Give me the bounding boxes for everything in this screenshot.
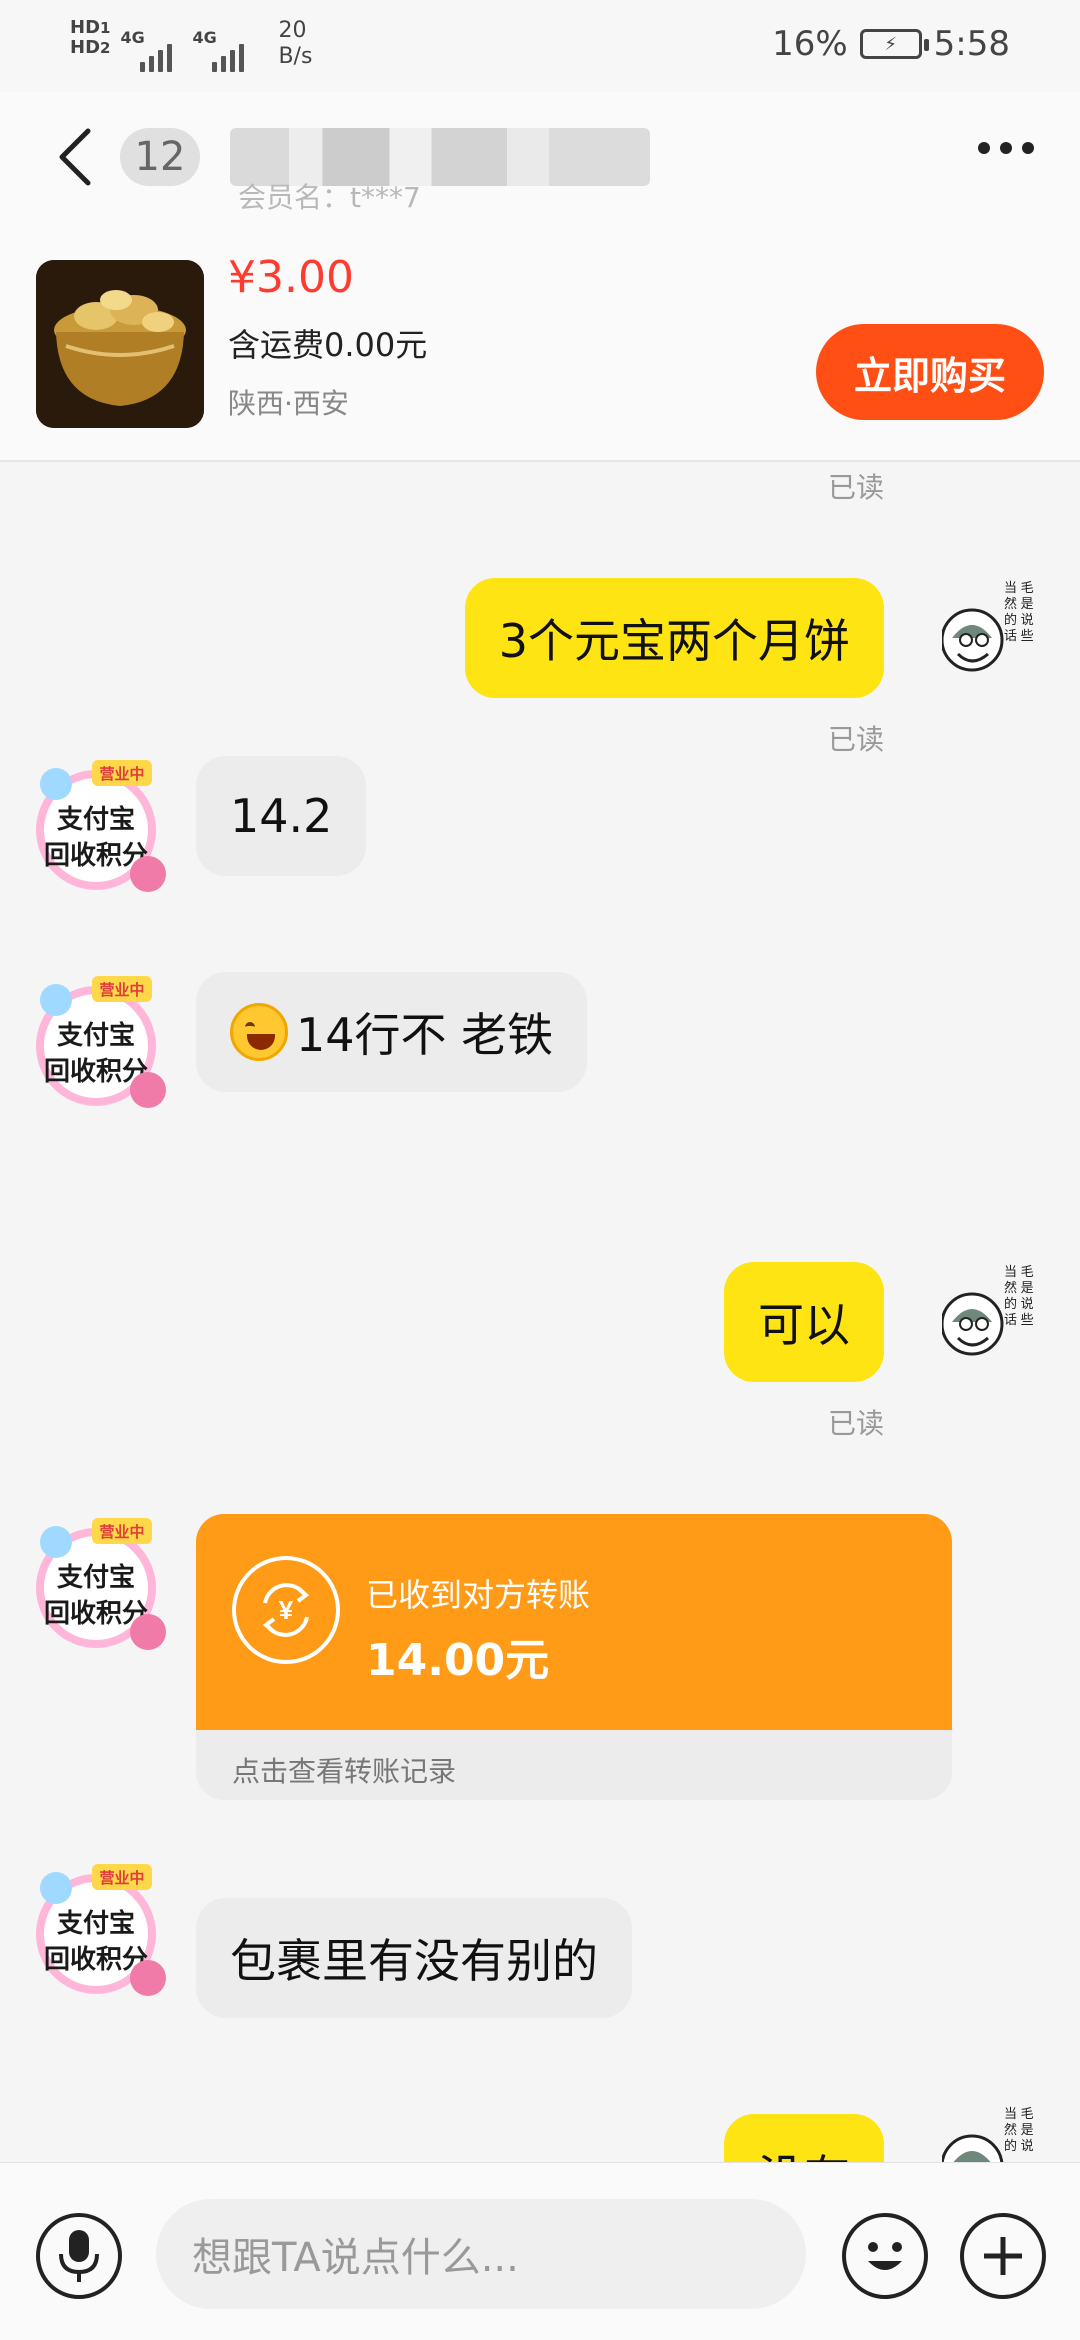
- svg-text:当 毛: 当 毛: [1004, 2106, 1034, 2121]
- seller-avatar[interactable]: 营业中 支付宝 回收积分: [36, 970, 188, 1120]
- more-icon[interactable]: [978, 142, 1034, 154]
- message-bubble-in[interactable]: 14.2: [196, 756, 367, 876]
- chat-area[interactable]: 已读 3个元宝两个月饼 当 毛 然 是 的 说 话 些 已读 营业中 支付宝 回…: [0, 462, 1080, 2162]
- signal-1-icon: 4G: [120, 18, 182, 72]
- my-avatar[interactable]: 当 毛 然 是 的 说: [942, 2098, 1052, 2162]
- message-input[interactable]: 想跟TA说点什么...: [156, 2199, 806, 2309]
- transfer-amount: 14.00元: [366, 1635, 550, 1686]
- seller-avatar[interactable]: 营业中 支付宝 回收积分: [36, 1858, 188, 2008]
- svg-text:的 说: 的 说: [1004, 2138, 1034, 2153]
- transfer-card[interactable]: ¥ 已收到对方转账 14.00元 点击查看转账记录: [196, 1514, 952, 1800]
- svg-text:支付宝: 支付宝: [57, 1020, 135, 1050]
- svg-text:营业中: 营业中: [99, 981, 144, 999]
- product-thumbnail[interactable]: [36, 260, 204, 428]
- chat-header: 12 会员名：t***7 ¥3.00 含运费0.00元 陕西·西安 立即购买: [0, 92, 1080, 462]
- plus-icon[interactable]: [960, 2213, 1046, 2299]
- title-prefix: 12: [120, 128, 200, 186]
- status-left: HD1 HD2 4G 4G 20 B/s: [70, 18, 312, 72]
- yuan-transfer-icon: ¥: [232, 1556, 340, 1664]
- svg-text:的 说: 的 说: [1004, 1296, 1034, 1311]
- svg-text:然 是: 然 是: [1004, 2122, 1034, 2137]
- svg-text:当 毛: 当 毛: [1004, 580, 1034, 595]
- seller-avatar[interactable]: 营业中 支付宝 回收积分: [36, 754, 188, 904]
- message-bubble-in[interactable]: 14行不 老铁: [196, 972, 588, 1092]
- transfer-title: 已收到对方转账: [366, 1576, 591, 1614]
- svg-text:营业中: 营业中: [99, 765, 144, 783]
- svg-text:然 是: 然 是: [1004, 1280, 1034, 1295]
- svg-text:话 些: 话 些: [1004, 628, 1034, 643]
- svg-text:的 说: 的 说: [1004, 612, 1034, 627]
- back-chevron-icon[interactable]: [44, 120, 104, 194]
- message-bubble-out[interactable]: 3个元宝两个月饼: [464, 578, 884, 698]
- svg-text:支付宝: 支付宝: [57, 1908, 135, 1938]
- svg-text:当 毛: 当 毛: [1004, 1264, 1034, 1279]
- message-bubble-in[interactable]: 包裹里有没有别的: [196, 1898, 632, 2018]
- transfer-record-link[interactable]: 点击查看转账记录: [232, 1750, 456, 1790]
- laughing-emoji-icon: [230, 1003, 288, 1061]
- member-name: 会员名：t***7: [238, 181, 421, 214]
- read-receipt: 已读: [827, 471, 884, 504]
- battery-charging-icon: ⚡: [859, 29, 929, 59]
- svg-text:营业中: 营业中: [99, 1523, 144, 1541]
- svg-text:支付宝: 支付宝: [57, 804, 135, 834]
- message-bubble-out[interactable]: 没有: [724, 2114, 884, 2162]
- buy-now-button[interactable]: 立即购买: [816, 324, 1044, 420]
- microphone-icon[interactable]: [36, 2213, 122, 2299]
- input-bar: 想跟TA说点什么...: [0, 2162, 1080, 2340]
- signal-2-icon: 4G: [192, 18, 254, 72]
- transfer-header: ¥ 已收到对方转账 14.00元: [196, 1514, 952, 1730]
- seller-avatar[interactable]: 营业中 支付宝 回收积分: [36, 1512, 188, 1662]
- network-speed: 20 B/s: [278, 18, 313, 69]
- battery-percent: 16%: [772, 24, 848, 64]
- clock: 5:58: [933, 24, 1010, 64]
- svg-text:话 些: 话 些: [1004, 1312, 1034, 1327]
- svg-text:营业中: 营业中: [99, 1869, 144, 1887]
- status-right: 16% ⚡ 5:58: [772, 24, 1010, 64]
- message-bubble-out[interactable]: 可以: [724, 1262, 884, 1382]
- my-avatar[interactable]: 当 毛 然 是 的 说 话 些: [942, 572, 1052, 692]
- read-receipt: 已读: [827, 723, 884, 756]
- status-bar: HD1 HD2 4G 4G 20 B/s 16% ⚡ 5:58: [0, 0, 1080, 92]
- hd-indicator: HD1 HD2: [70, 17, 111, 58]
- emoji-icon[interactable]: [842, 2213, 928, 2299]
- product-location: 陕西·西安: [228, 387, 349, 420]
- my-avatar[interactable]: 当 毛 然 是 的 说 话 些: [942, 1256, 1052, 1376]
- svg-text:然 是: 然 是: [1004, 596, 1034, 611]
- product-price: ¥3.00: [228, 252, 354, 303]
- shipping-fee: 含运费0.00元: [228, 326, 428, 364]
- read-receipt: 已读: [827, 1407, 884, 1440]
- svg-text:¥: ¥: [279, 1595, 294, 1625]
- svg-text:支付宝: 支付宝: [57, 1562, 135, 1592]
